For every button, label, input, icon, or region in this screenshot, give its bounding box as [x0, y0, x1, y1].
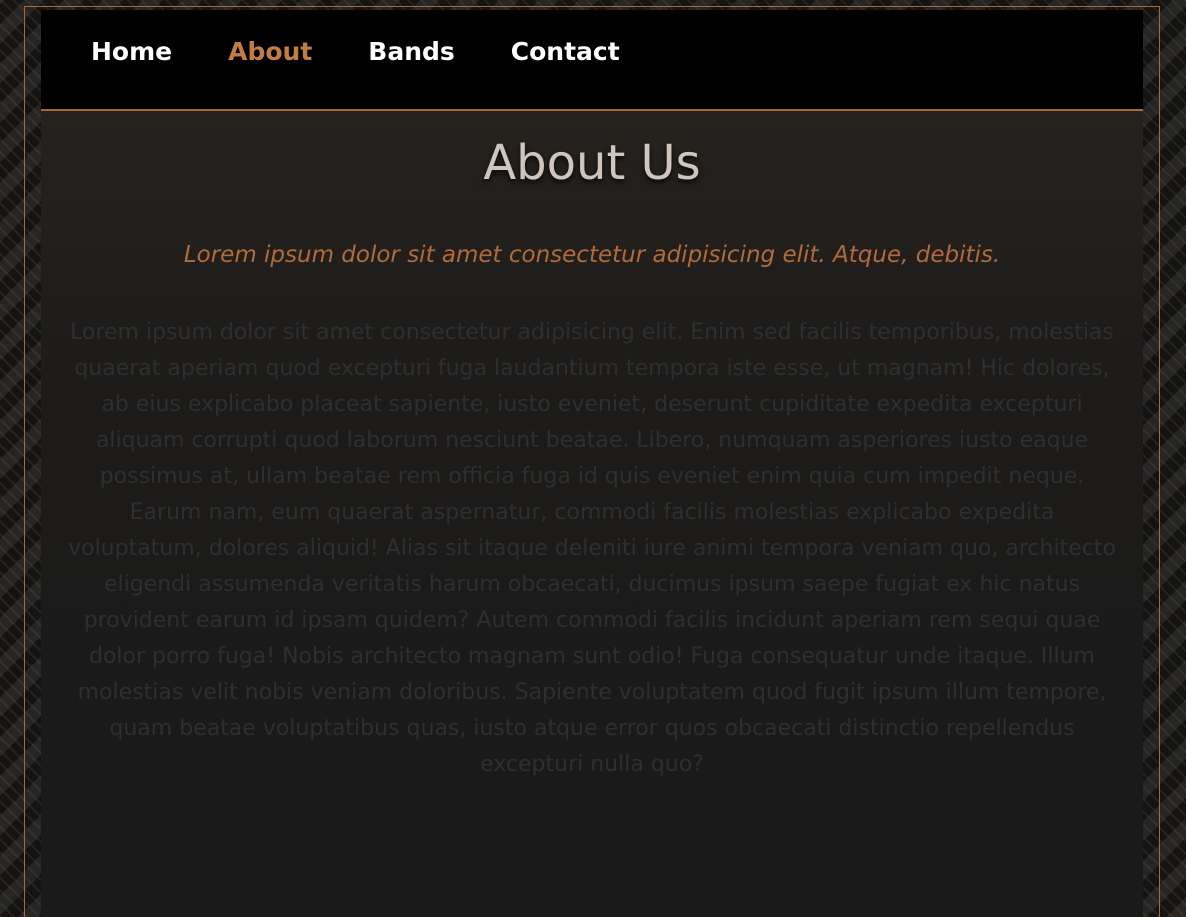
- nav-link-home[interactable]: Home: [91, 36, 172, 68]
- main-content: About Us Lorem ipsum dolor sit amet cons…: [41, 111, 1143, 917]
- lead-paragraph: Lorem ipsum dolor sit amet consectetur a…: [183, 242, 1001, 268]
- nav-link-about[interactable]: About: [228, 36, 312, 68]
- main-navbar: Home About Bands Contact: [41, 10, 1143, 111]
- page-container: Home About Bands Contact About Us Lorem …: [41, 10, 1143, 917]
- nav-links: Home About Bands Contact: [91, 36, 676, 68]
- nav-link-bands[interactable]: Bands: [368, 36, 455, 68]
- body-paragraph: Lorem ipsum dolor sit amet consectetur a…: [68, 320, 1116, 777]
- nav-link-contact[interactable]: Contact: [511, 36, 620, 68]
- page-title: About Us: [483, 135, 701, 191]
